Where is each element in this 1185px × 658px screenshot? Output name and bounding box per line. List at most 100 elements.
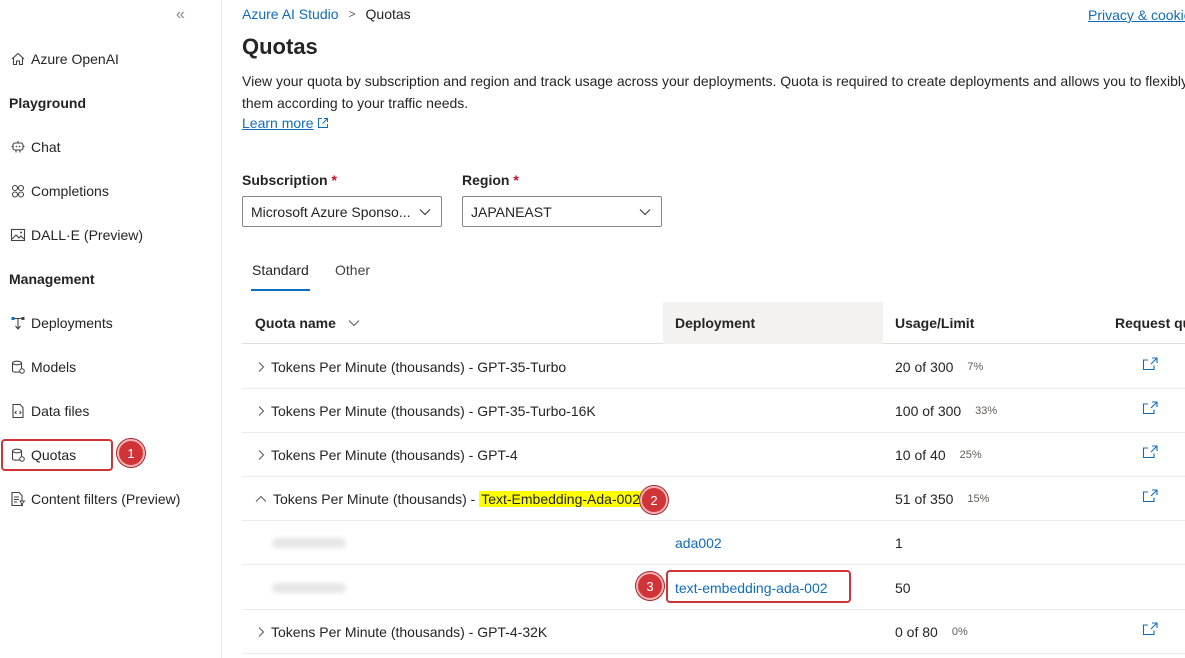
usage-value: 1 <box>895 535 903 551</box>
collapse-sidebar-icon[interactable]: « <box>176 6 185 24</box>
deployment-link[interactable]: ada002 <box>675 535 722 551</box>
usage-value: 20 of 300 <box>895 359 954 375</box>
subscription-label: Subscription * <box>242 172 337 188</box>
usage-percent: 15% <box>967 493 990 505</box>
table-row[interactable]: Tokens Per Minute (thousands) - GPT-4 10… <box>242 433 1185 477</box>
external-link-icon <box>317 118 328 128</box>
table-row[interactable]: Tokens Per Minute (thousands) - GPT-35-T… <box>242 389 1185 433</box>
deployment-row[interactable]: ada002 1 <box>242 521 1185 565</box>
usage-value: 50 <box>895 579 911 596</box>
quota-name-cell: Tokens Per Minute (thousands) - GPT-35-T… <box>257 345 566 389</box>
required-mark: * <box>513 172 519 188</box>
sidebar-item-label: Data files <box>31 403 90 419</box>
annotation-box-deployment <box>666 570 851 603</box>
required-mark: * <box>331 172 337 188</box>
request-quota-icon[interactable] <box>1142 401 1158 415</box>
models-icon <box>9 358 27 376</box>
request-quota-icon[interactable] <box>1142 445 1158 459</box>
privacy-cookies-link[interactable]: Privacy & cookies <box>1088 7 1185 23</box>
section-management: Management <box>9 271 95 287</box>
usage-cell: 10 of 40 25% <box>895 433 982 477</box>
breadcrumb-current: Quotas <box>365 6 411 22</box>
tab-standard[interactable]: Standard <box>252 262 309 278</box>
chat-icon <box>9 138 27 156</box>
usage-value: 51 of 350 <box>895 491 954 507</box>
data-files-icon <box>9 402 27 420</box>
sidebar-item-label: Deployments <box>31 315 113 331</box>
chevron-right-icon[interactable] <box>257 361 265 373</box>
chevron-right-icon: > <box>348 7 356 21</box>
quota-name: Tokens Per Minute (thousands) - GPT-4 <box>271 447 518 463</box>
home-icon <box>9 50 27 68</box>
column-deployment[interactable]: Deployment <box>663 302 883 344</box>
table-header: Quota name Deployment Usage/Limit Reques… <box>242 302 1185 344</box>
chevron-down-icon <box>348 320 360 327</box>
column-request-quota[interactable]: Request quota <box>1115 302 1185 344</box>
breadcrumb-link-ai-studio[interactable]: Azure AI Studio <box>242 6 339 22</box>
sidebar-item-chat[interactable]: Chat <box>9 136 61 158</box>
usage-value: 10 of 40 <box>895 447 946 463</box>
sidebar-item-deployments[interactable]: Deployments <box>9 312 113 334</box>
section-playground: Playground <box>9 95 87 111</box>
region-value: JAPANEAST <box>471 203 552 220</box>
table-row-expanded[interactable]: Tokens Per Minute (thousands) - Text-Emb… <box>242 477 1185 521</box>
region-dropdown[interactable]: JAPANEAST <box>462 196 662 227</box>
learn-more-link[interactable]: Learn more <box>242 115 329 131</box>
redacted-name <box>272 565 346 610</box>
sidebar-item-azure-openai[interactable]: Azure OpenAI <box>9 48 119 70</box>
quota-name-cell: Tokens Per Minute (thousands) - GPT-4-32… <box>257 610 547 654</box>
chevron-right-icon[interactable] <box>257 449 265 461</box>
table-row[interactable]: Tokens Per Minute (thousands) - GPT-4-32… <box>242 610 1185 654</box>
chevron-down-icon <box>639 208 651 215</box>
request-quota-icon[interactable] <box>1142 489 1158 503</box>
image-icon <box>9 226 27 244</box>
sidebar-item-content-filters[interactable]: Content filters (Preview) <box>9 488 180 510</box>
deployments-icon <box>9 314 27 332</box>
content-filters-icon <box>9 490 27 508</box>
request-quota-icon[interactable] <box>1142 622 1158 636</box>
chevron-right-icon[interactable] <box>257 405 265 417</box>
redacted-name <box>272 521 346 565</box>
usage-cell: 20 of 300 7% <box>895 345 983 389</box>
usage-value: 0 of 80 <box>895 624 938 640</box>
chevron-up-icon[interactable] <box>255 495 267 503</box>
breadcrumb: Azure AI Studio > Quotas <box>242 6 411 22</box>
usage-cell: 50 <box>895 565 911 610</box>
table-row[interactable]: Tokens Per Minute (thousands) - GPT-35-T… <box>242 345 1185 389</box>
column-quota-name[interactable]: Quota name <box>255 302 360 344</box>
description-line-1: View your quota by subscription and regi… <box>242 73 1185 89</box>
usage-percent: 25% <box>959 449 982 461</box>
page-title: Quotas <box>242 34 318 59</box>
sidebar-item-label: Chat <box>31 139 61 155</box>
subscription-value: Microsoft Azure Sponso... <box>251 203 411 220</box>
usage-value: 100 of 300 <box>895 403 962 419</box>
subscription-label-text: Subscription <box>242 172 328 188</box>
sidebar-item-dalle[interactable]: DALL·E (Preview) <box>9 224 143 246</box>
learn-more-label: Learn more <box>242 115 314 131</box>
chevron-right-icon[interactable] <box>257 626 265 638</box>
completions-icon <box>9 182 27 200</box>
usage-cell: 0 of 80 0% <box>895 610 968 654</box>
highlighted-model-name: Text-Embedding-Ada-002 <box>479 491 642 507</box>
request-quota-icon[interactable] <box>1142 357 1158 371</box>
column-usage-limit[interactable]: Usage/Limit <box>895 302 974 344</box>
redacted-text <box>272 538 346 548</box>
sidebar-item-models[interactable]: Models <box>9 356 76 378</box>
tab-selected-indicator <box>251 289 310 291</box>
deployment-cell: ada002 <box>675 521 722 565</box>
subscription-dropdown[interactable]: Microsoft Azure Sponso... <box>242 196 442 227</box>
sidebar-item-completions[interactable]: Completions <box>9 180 109 202</box>
quota-name-cell: Tokens Per Minute (thousands) - GPT-35-T… <box>257 389 596 433</box>
sidebar-item-label: Completions <box>31 183 109 199</box>
redacted-text <box>272 582 346 593</box>
sidebar-item-data-files[interactable]: Data files <box>9 400 89 422</box>
quota-name: Tokens Per Minute (thousands) - GPT-35-T… <box>271 359 567 375</box>
quota-name: Tokens Per Minute (thousands) - GPT-35-T… <box>271 403 596 419</box>
quota-name: Tokens Per Minute (thousands) - <box>273 491 480 507</box>
region-label-text: Region <box>462 172 510 188</box>
sidebar-item-label: Azure OpenAI <box>31 51 119 67</box>
tab-other[interactable]: Other <box>335 262 370 278</box>
chevron-down-icon <box>419 208 431 215</box>
usage-cell: 51 of 350 15% <box>895 477 989 521</box>
quota-name-cell: Tokens Per Minute (thousands) - GPT-4 <box>257 433 518 477</box>
